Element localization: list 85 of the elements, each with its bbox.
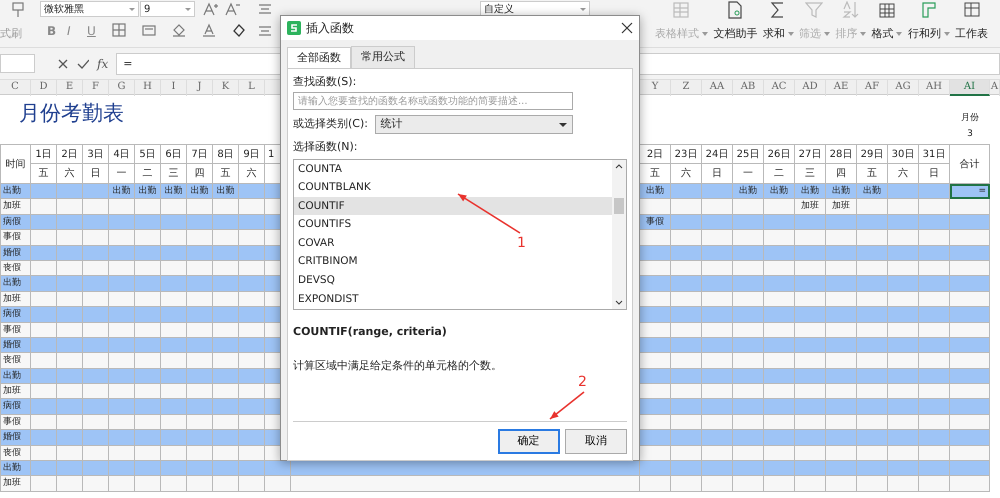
table-cell: 出勤 — [187, 184, 213, 200]
day-header: 7日 — [187, 144, 213, 164]
row-label: 丧假 — [0, 260, 31, 276]
total-header: 合计 — [950, 144, 990, 184]
row-label: 出勤 — [0, 368, 31, 384]
dialog-title: 插入函数 — [306, 20, 355, 37]
weekday-header: 日 — [702, 164, 733, 184]
weekday-header: 六 — [57, 164, 83, 184]
weekday-header: 四 — [187, 164, 213, 184]
weekday-header: 四 — [826, 164, 857, 184]
table-cell: 出勤 — [795, 184, 826, 200]
day-header: 27日 — [795, 144, 826, 164]
row-label: 婚假 — [0, 246, 31, 261]
row-label: 事假 — [0, 230, 31, 246]
weekday-header: 三 — [161, 164, 187, 184]
row-header: 时间 — [0, 144, 31, 184]
table-cell: 出勤 — [826, 184, 857, 200]
day-header: 25日 — [733, 144, 764, 164]
row-label: 病假 — [0, 307, 31, 323]
table-cell: 出勤 — [733, 184, 764, 200]
weekday-header: 三 — [795, 164, 826, 184]
day-header: 5日 — [135, 144, 161, 164]
row-label: 病假 — [0, 399, 31, 415]
function-signature: COUNTIF(range, criteria) — [293, 324, 448, 340]
day-header: 1日 — [31, 144, 57, 164]
row-label: 事假 — [0, 322, 31, 338]
weekday-header: 六 — [888, 164, 919, 184]
day-header: 23日 — [671, 144, 702, 164]
row-label: 婚假 — [0, 338, 31, 354]
row-label: 加班 — [0, 384, 31, 400]
function-description: 计算区域中满足给定条件的单元格的个数。 — [293, 358, 503, 374]
row-label: 丧假 — [0, 446, 31, 462]
table-cell: 加班 — [795, 199, 826, 215]
weekday-header: 五 — [31, 164, 57, 184]
row-label: 病假 — [0, 214, 31, 230]
row-label: 婚假 — [0, 430, 31, 446]
field-label: 或选择类别(C): — [293, 116, 369, 132]
table-cell: 出勤 — [161, 184, 187, 200]
table-cell: 事假 — [640, 214, 671, 230]
weekday-header: 五 — [857, 164, 888, 184]
day-header: 3日 — [83, 144, 109, 164]
row-label: 事假 — [0, 414, 31, 430]
month-value: 3 — [967, 128, 973, 141]
weekday-header: 五 — [213, 164, 239, 184]
table-cell: 加班 — [826, 199, 857, 215]
weekday-header: 二 — [764, 164, 795, 184]
table-cell: 出勤 — [857, 184, 888, 200]
weekday-header: 六 — [239, 164, 265, 184]
weekday-header: 五 — [640, 164, 671, 184]
day-header: 31日 — [919, 144, 950, 164]
field-label: 查找函数(S): — [293, 74, 358, 90]
annotation-number: 1 — [517, 234, 526, 253]
day-header: 2日 — [640, 144, 671, 164]
sheet-title: 月份考勤表 — [18, 100, 125, 127]
row-label: 出勤 — [0, 461, 31, 476]
day-header: 2日 — [57, 144, 83, 164]
table-cell: 出勤 — [135, 184, 161, 200]
table-cell: 出勤 — [640, 184, 671, 200]
day-header: 24日 — [702, 144, 733, 164]
weekday-header: 日 — [83, 164, 109, 184]
day-header: 8日 — [213, 144, 239, 164]
day-header: 9日 — [239, 144, 265, 164]
table-cell: 出勤 — [764, 184, 795, 200]
day-header: 26日 — [764, 144, 795, 164]
weekday-header: 六 — [671, 164, 702, 184]
row-label: 丧假 — [0, 353, 31, 369]
weekday-header: 一 — [109, 164, 135, 184]
table-cell: 出勤 — [213, 184, 239, 200]
month-label: 月份 — [961, 112, 979, 125]
row-label: 加班 — [0, 292, 31, 308]
table-cell: 出勤 — [109, 184, 135, 200]
field-label: 选择函数(N): — [293, 139, 359, 155]
day-header: 29日 — [857, 144, 888, 164]
day-header: 4日 — [109, 144, 135, 164]
weekday-header: 日 — [919, 164, 950, 184]
row-label: 出勤 — [0, 184, 31, 200]
day-header: 30日 — [888, 144, 919, 164]
day-header: 28日 — [826, 144, 857, 164]
annotation-number: 2 — [578, 373, 587, 392]
weekday-header: 二 — [135, 164, 161, 184]
row-label: 出勤 — [0, 276, 31, 292]
weekday-header: 一 — [733, 164, 764, 184]
row-label: 加班 — [0, 476, 31, 492]
row-label: 加班 — [0, 199, 31, 215]
day-header: 6日 — [161, 144, 187, 164]
